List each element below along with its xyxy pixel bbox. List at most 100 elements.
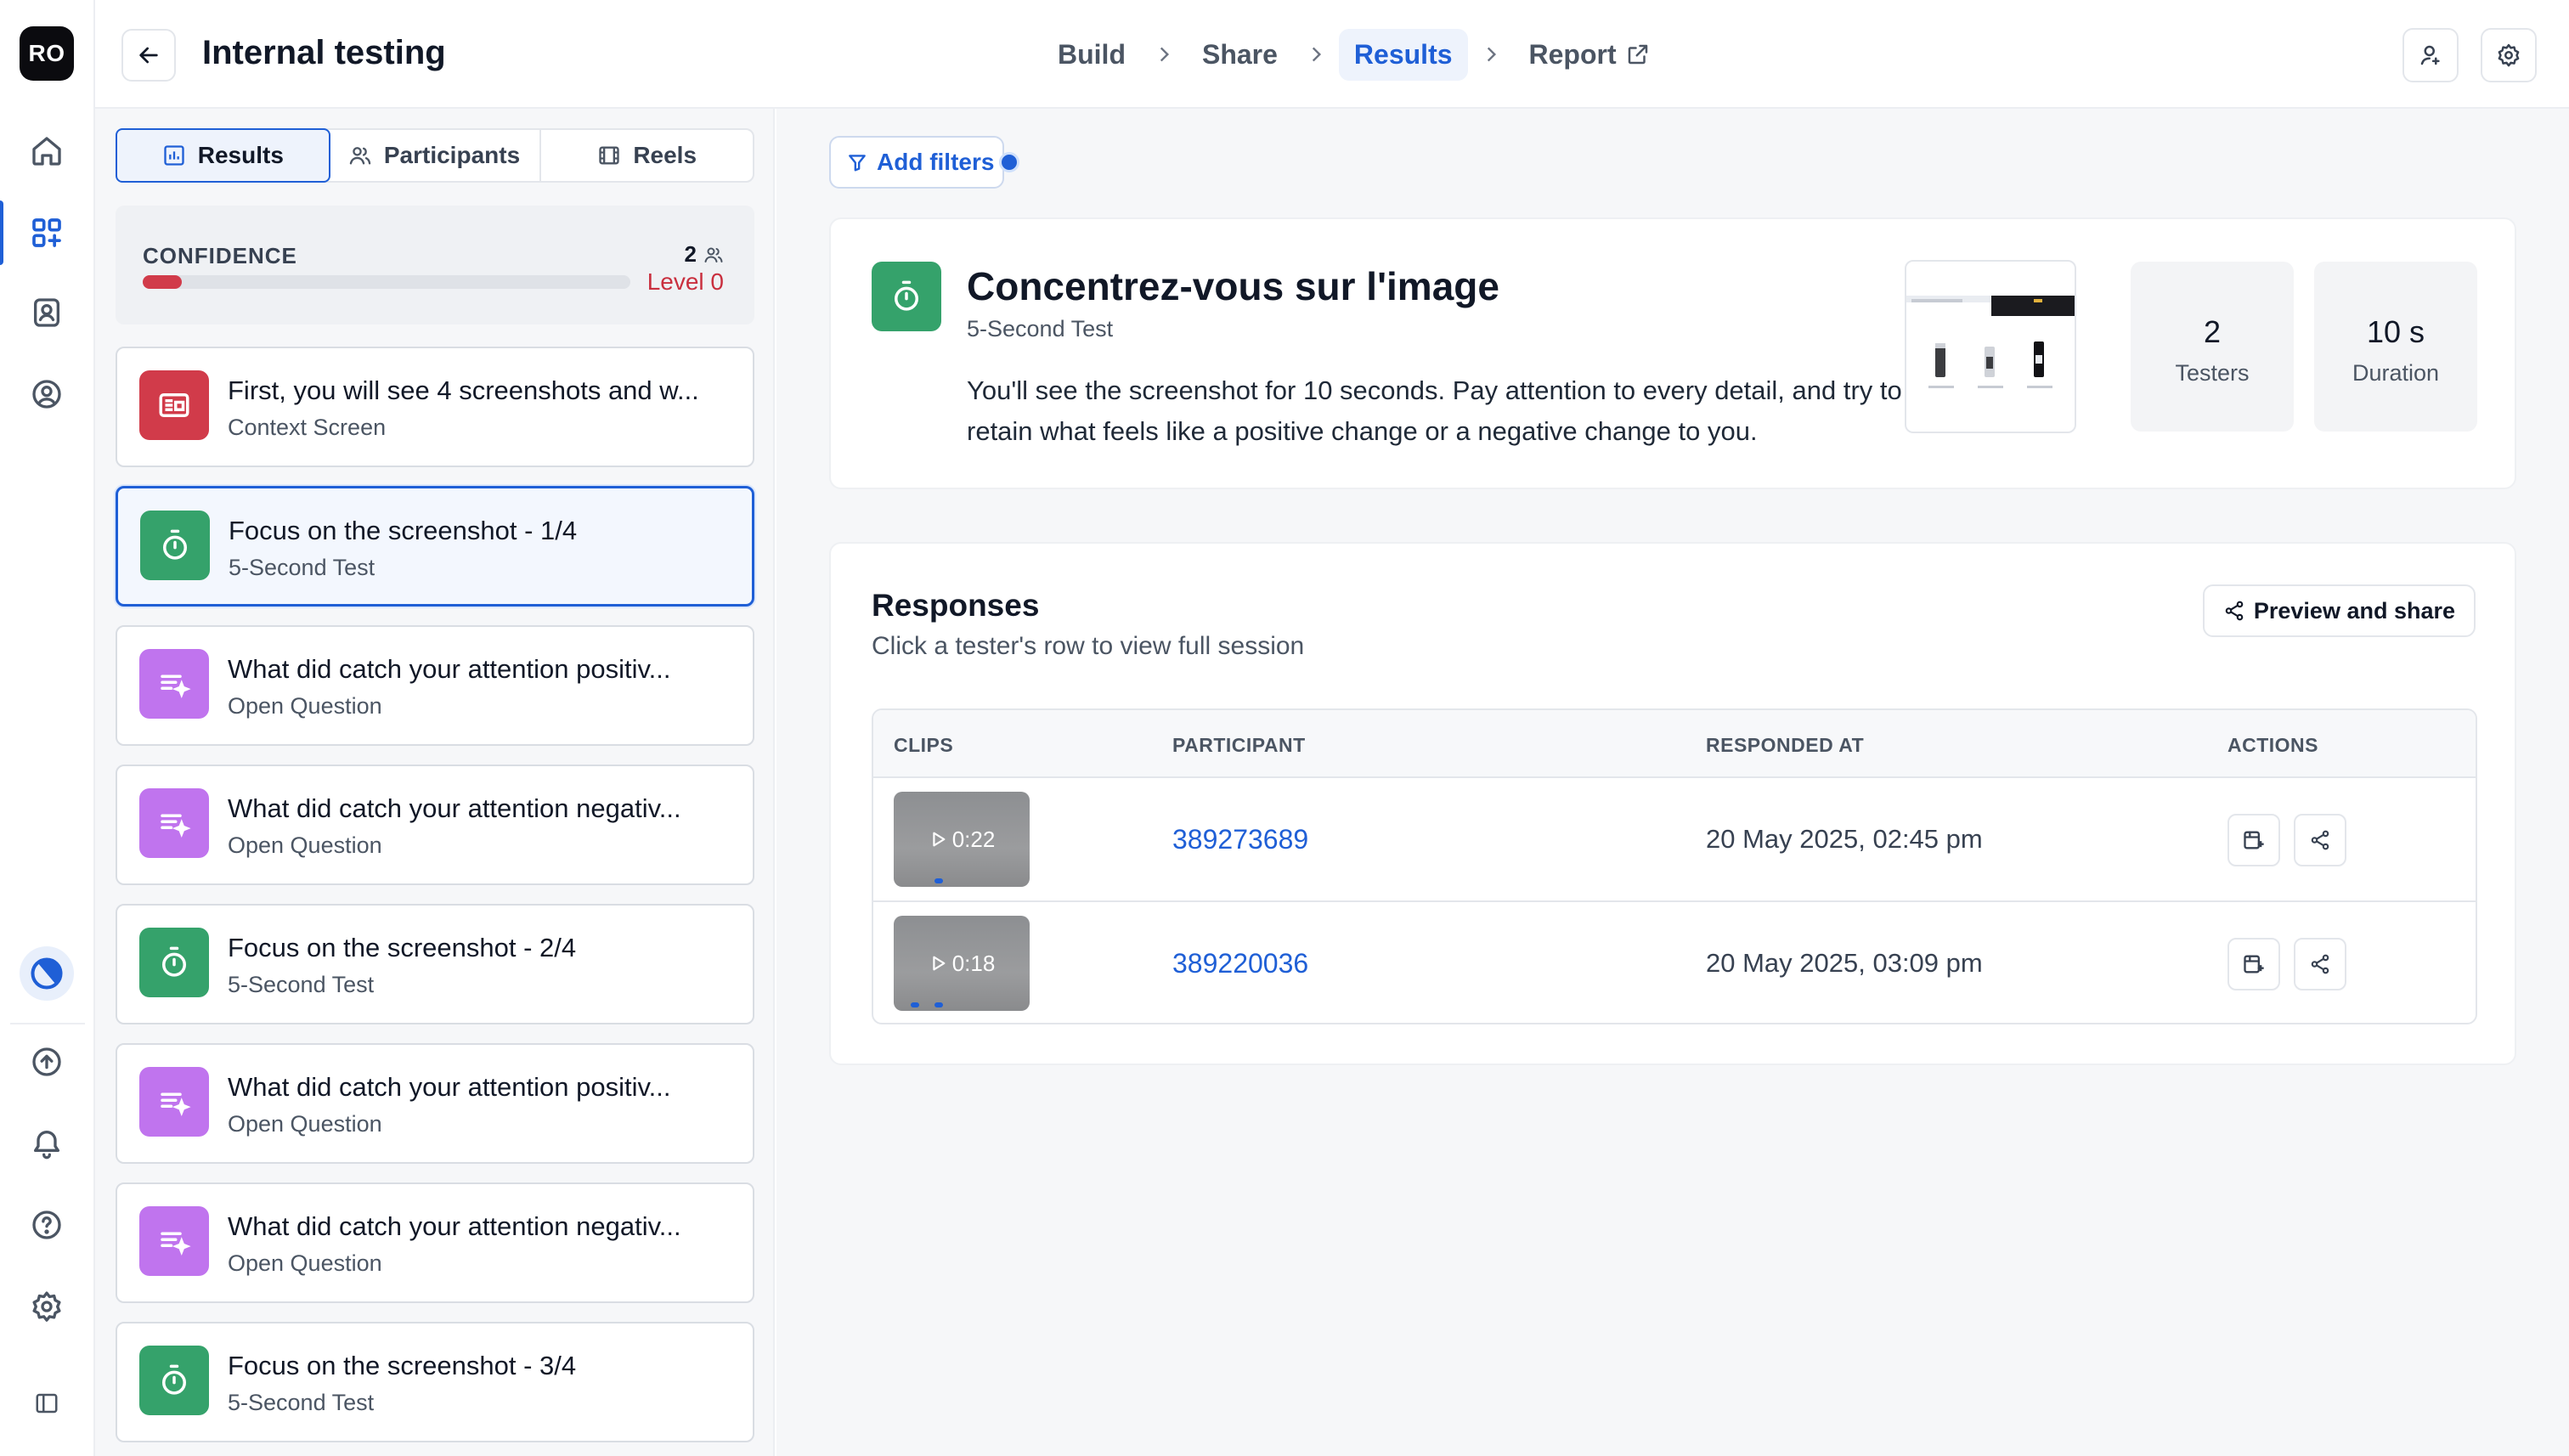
confidence-bar-fill: [143, 275, 182, 289]
home-icon[interactable]: [23, 127, 71, 175]
stopwatch-icon: [139, 1346, 209, 1415]
play-icon: [933, 956, 946, 971]
block-title: Focus on the screenshot - 2/4: [228, 933, 577, 962]
share-response-button[interactable]: [2294, 814, 2346, 866]
clip-thumbnail[interactable]: 0:22: [894, 792, 1030, 887]
chevron-right-icon: [1480, 43, 1502, 65]
column-header: CLIPS: [894, 734, 954, 756]
block-type: Open Question: [228, 832, 382, 858]
block-title: What did catch your attention positiv...: [228, 654, 671, 684]
bell-icon[interactable]: [23, 1120, 71, 1167]
add-to-reel-button[interactable]: [2227, 938, 2280, 990]
column-header: PARTICIPANT: [1172, 734, 1306, 756]
screenshot-thumbnail[interactable]: [1905, 260, 2076, 433]
users-icon: [704, 247, 723, 262]
gear-icon: [2498, 43, 2520, 67]
stopwatch-icon: [140, 511, 210, 580]
responses-table: CLIPS PARTICIPANT RESPONDED AT ACTIONS 0…: [872, 708, 2477, 1024]
block-item-open-question[interactable]: What did catch your attention negativ...…: [116, 765, 754, 885]
user-icon: [2420, 45, 2440, 65]
open-question-icon: [139, 1067, 209, 1137]
panel-users-icon[interactable]: [23, 370, 71, 418]
users-icon: [349, 147, 371, 165]
blocks-panel: Results Participants Reels CONFIDENCE 2 …: [95, 109, 775, 1456]
column-header: ACTIONS: [2227, 734, 2318, 756]
external-link-icon: [1628, 44, 1647, 65]
back-button[interactable]: [121, 29, 176, 82]
add-clip-icon: [2244, 955, 2264, 973]
rail-divider: [10, 1023, 85, 1024]
usage-icon[interactable]: [20, 946, 74, 1001]
block-type: Open Question: [228, 1250, 382, 1276]
play-icon: [933, 832, 946, 847]
open-question-icon: [139, 1206, 209, 1276]
workspace-logo[interactable]: RO: [20, 26, 74, 81]
page-title: Internal testing: [202, 34, 446, 71]
block-item-5-second-test[interactable]: Focus on the screenshot - 3/4 5-Second T…: [116, 1322, 754, 1442]
participant-link[interactable]: 389273689: [1172, 824, 1308, 855]
clip-progress: [911, 1002, 919, 1007]
responded-at: 20 May 2025, 03:09 pm: [1706, 948, 1983, 978]
add-collaborator-button[interactable]: [2402, 28, 2459, 82]
studies-icon[interactable]: [0, 200, 71, 265]
top-bar: Internal testing Build Share Results Rep…: [95, 0, 2569, 109]
block-type: 5-Second Test: [967, 316, 1114, 341]
block-summary-card: Concentrez-vous sur l'image 5-Second Tes…: [829, 217, 2516, 489]
share-response-button[interactable]: [2294, 938, 2346, 990]
table-row[interactable]: 0:22 389273689 20 May 2025, 02:45 pm: [873, 778, 2476, 902]
responded-at: 20 May 2025, 02:45 pm: [1706, 824, 1983, 854]
arrow-left-icon: [139, 47, 158, 64]
duration-stat: 10 s Duration: [2314, 262, 2477, 432]
tab-reels[interactable]: Reels: [541, 130, 753, 181]
testers-stat: 2 Testers: [2131, 262, 2294, 432]
confidence-level: Level 0: [646, 268, 724, 295]
crumb-build[interactable]: Build: [1042, 29, 1141, 81]
block-type: 5-Second Test: [228, 972, 375, 997]
block-title: What did catch your attention negativ...: [228, 1211, 681, 1241]
clip-thumbnail[interactable]: 0:18: [894, 916, 1030, 1011]
share-icon: [2225, 601, 2244, 621]
confidence-bar: [143, 275, 630, 289]
filter-icon: [849, 155, 866, 172]
block-item-open-question[interactable]: What did catch your attention positiv...…: [116, 625, 754, 746]
stopwatch-icon: [139, 928, 209, 997]
preview-and-share-button[interactable]: Preview and share: [2202, 584, 2476, 637]
column-header: RESPONDED AT: [1706, 734, 1865, 756]
clip-progress: [934, 878, 943, 883]
block-type: Open Question: [228, 693, 382, 719]
confidence-label: CONFIDENCE: [143, 243, 297, 268]
add-to-reel-button[interactable]: [2227, 814, 2280, 866]
add-clip-icon: [2244, 831, 2264, 849]
block-item-open-question[interactable]: What did catch your attention positiv...…: [116, 1043, 754, 1164]
open-question-icon: [139, 788, 209, 858]
help-icon[interactable]: [23, 1201, 71, 1249]
bar-chart-icon: [164, 145, 184, 166]
tab-participants[interactable]: Participants: [329, 130, 542, 181]
responses-subtitle: Click a tester's row to view full sessio…: [872, 632, 1305, 660]
context-screen-icon: [139, 370, 209, 440]
study-settings-button[interactable]: [2481, 28, 2537, 82]
stopwatch-icon: [872, 262, 941, 331]
upgrade-icon[interactable]: [23, 1038, 71, 1086]
add-filters-button[interactable]: Add filters: [829, 136, 1004, 189]
chevron-right-icon: [1305, 43, 1327, 65]
block-description: You'll see the screenshot for 10 seconds…: [967, 375, 1902, 446]
crumb-results[interactable]: Results: [1338, 28, 1468, 81]
tab-results[interactable]: Results: [116, 128, 330, 183]
block-item-5-second-test[interactable]: Focus on the screenshot - 2/4 5-Second T…: [116, 904, 754, 1024]
share-icon: [2311, 954, 2329, 974]
settings-icon[interactable]: [23, 1283, 71, 1330]
block-item-context[interactable]: First, you will see 4 screenshots and w.…: [116, 347, 754, 467]
collapse-sidebar-icon[interactable]: [23, 1380, 71, 1427]
block-item-5-second-test[interactable]: Focus on the screenshot - 1/4 5-Second T…: [116, 486, 754, 607]
table-row[interactable]: 0:18 389220036 20 May 2025, 03:09 pm: [873, 902, 2476, 1023]
contacts-icon[interactable]: [23, 289, 71, 336]
crumb-report[interactable]: Report: [1514, 29, 1666, 81]
results-tabs: Results Participants Reels: [116, 128, 754, 183]
responses-title: Responses: [872, 588, 1040, 623]
participant-link[interactable]: 389220036: [1172, 948, 1308, 979]
block-item-open-question[interactable]: What did catch your attention negativ...…: [116, 1182, 754, 1303]
filter-indicator-dot: [999, 152, 1019, 172]
block-title: What did catch your attention negativ...: [228, 793, 681, 823]
crumb-share[interactable]: Share: [1187, 29, 1293, 81]
